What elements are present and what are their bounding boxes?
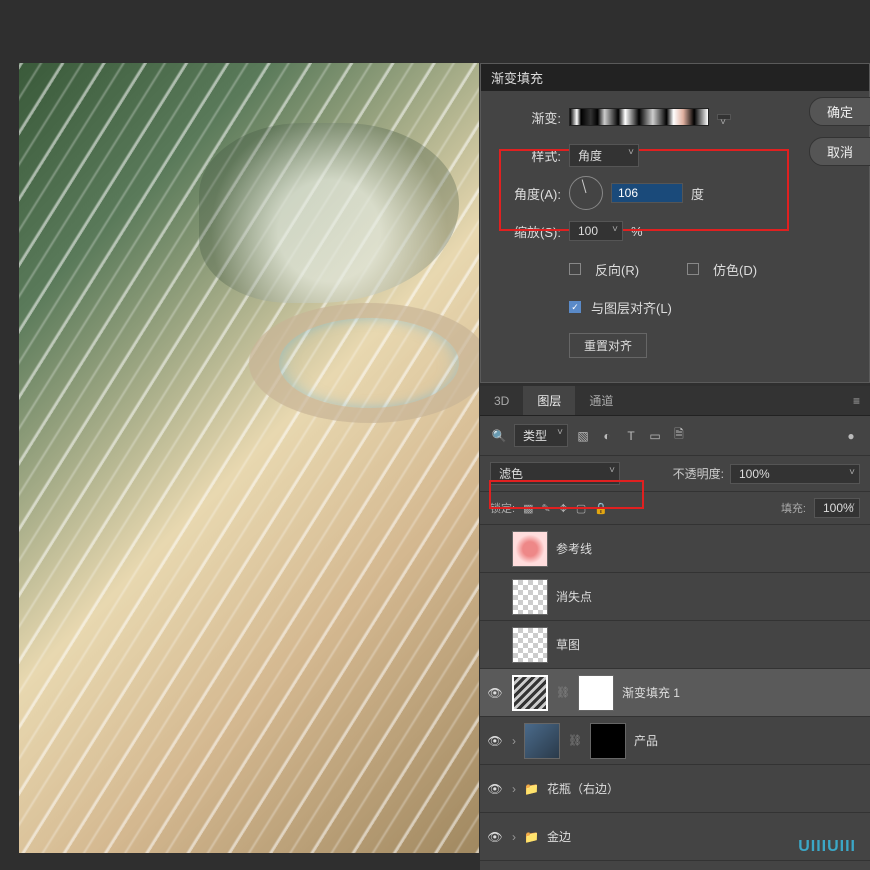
- reverse-label: 反向(R): [595, 260, 639, 279]
- tab-layers[interactable]: 图层: [523, 386, 575, 415]
- layer-row[interactable]: 消失点: [480, 573, 870, 621]
- filter-smart-icon[interactable]: 🗎: [670, 425, 688, 446]
- scale-input[interactable]: 100: [569, 221, 623, 241]
- filter-image-icon[interactable]: ▧: [574, 429, 592, 443]
- layer-filter-bar: 🔍 类型 ▧ ◐ T ▭ 🗎 ●: [480, 416, 870, 456]
- layer-row[interactable]: 草图: [480, 621, 870, 669]
- layer-name: 金边: [547, 828, 571, 845]
- ok-button[interactable]: 确定: [809, 97, 870, 126]
- layer-thumb[interactable]: [512, 627, 548, 663]
- layer-name: 花瓶（右边）: [547, 780, 619, 797]
- filter-type-dropdown[interactable]: 类型: [514, 424, 568, 447]
- visibility-toggle[interactable]: 👁: [486, 830, 504, 844]
- layer-thumb[interactable]: [524, 723, 560, 759]
- highlight-box-style: [499, 149, 789, 231]
- gradient-label: 渐变:: [499, 108, 561, 127]
- mask-thumb[interactable]: [590, 723, 626, 759]
- filter-toggle-icon[interactable]: ●: [842, 429, 860, 443]
- panel-menu-icon[interactable]: ≡: [843, 388, 870, 414]
- folder-icon: 📁: [524, 782, 539, 796]
- align-checkbox[interactable]: ✓: [569, 301, 581, 313]
- fill-input[interactable]: 100%: [814, 498, 860, 518]
- opacity-input[interactable]: 100%: [730, 464, 860, 484]
- canvas-preview[interactable]: [19, 63, 479, 853]
- filter-shape-icon[interactable]: ▭: [646, 429, 664, 443]
- layer-thumb[interactable]: [512, 531, 548, 567]
- gradient-fill-dialog: 渐变填充 确定 取消 渐变: 样式: 角度 角度(A): 106 度 缩放(S)…: [480, 63, 870, 383]
- align-label: 与图层对齐(L): [591, 298, 672, 317]
- visibility-toggle[interactable]: 👁: [486, 686, 504, 700]
- filter-adjust-icon[interactable]: ◐: [598, 429, 616, 443]
- gradient-dropdown[interactable]: [717, 114, 731, 120]
- gradient-preview[interactable]: [569, 108, 709, 126]
- reset-align-button[interactable]: 重置对齐: [569, 333, 647, 358]
- tab-3d[interactable]: 3D: [480, 388, 523, 414]
- opacity-label: 不透明度:: [673, 465, 724, 482]
- search-icon: 🔍: [490, 429, 508, 443]
- expand-icon[interactable]: ›: [512, 782, 516, 796]
- panel-tabs: 3D 图层 通道 ≡: [480, 386, 870, 416]
- layer-list: 参考线 消失点 草图 👁 ⛓ 渐变填充 1 👁 › ⛓ 产品 �: [480, 525, 870, 861]
- visibility-toggle[interactable]: 👁: [486, 734, 504, 748]
- canvas-artwork: [199, 123, 459, 303]
- link-icon[interactable]: ⛓: [568, 734, 582, 747]
- layer-thumb[interactable]: [512, 675, 548, 711]
- layer-row[interactable]: 👁 › 📁 花瓶（右边）: [480, 765, 870, 813]
- style-dropdown[interactable]: 角度: [569, 144, 639, 167]
- folder-icon: 📁: [524, 830, 539, 844]
- layer-name: 草图: [556, 636, 580, 653]
- expand-icon[interactable]: ›: [512, 734, 516, 748]
- dialog-title: 渐变填充: [481, 64, 869, 91]
- fill-label: 填充:: [781, 500, 806, 516]
- dither-checkbox[interactable]: [687, 263, 699, 275]
- visibility-toggle[interactable]: 👁: [486, 782, 504, 796]
- layer-thumb[interactable]: [512, 579, 548, 615]
- filter-text-icon[interactable]: T: [622, 429, 640, 443]
- layer-name: 产品: [634, 732, 658, 749]
- cancel-button[interactable]: 取消: [809, 137, 870, 166]
- expand-icon[interactable]: ›: [512, 830, 516, 844]
- layer-name: 参考线: [556, 540, 592, 557]
- layers-panel: 3D 图层 通道 ≡ 🔍 类型 ▧ ◐ T ▭ 🗎 ● 滤色 不透明度: 100…: [480, 386, 870, 870]
- reverse-checkbox[interactable]: [569, 263, 581, 275]
- dither-label: 仿色(D): [713, 260, 757, 279]
- highlight-box-blend: [489, 480, 644, 509]
- tab-channels[interactable]: 通道: [575, 386, 627, 415]
- angle-dial[interactable]: [569, 176, 603, 210]
- watermark: UIIIUIII: [798, 838, 856, 856]
- layer-name: 渐变填充 1: [622, 684, 680, 701]
- layer-name: 消失点: [556, 588, 592, 605]
- layer-row[interactable]: 👁 › ⛓ 产品: [480, 717, 870, 765]
- mask-thumb[interactable]: [578, 675, 614, 711]
- layer-row-selected[interactable]: 👁 ⛓ 渐变填充 1: [480, 669, 870, 717]
- layer-row[interactable]: 参考线: [480, 525, 870, 573]
- link-icon[interactable]: ⛓: [556, 686, 570, 699]
